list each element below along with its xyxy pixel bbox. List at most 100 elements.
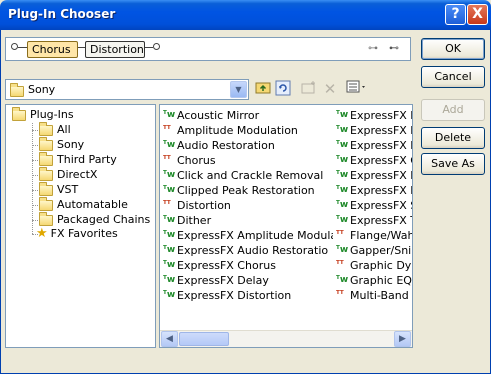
list-item-label: Amplitude Modulation bbox=[177, 124, 298, 137]
folder-icon bbox=[39, 181, 53, 196]
plugin-icon: ᵀw bbox=[163, 170, 176, 180]
plugin-icon: ᵀw bbox=[336, 185, 349, 195]
plugin-chain-icon: ᵀᵀ bbox=[163, 200, 171, 210]
list-item[interactable]: ᵀwGapper/Snipp bbox=[336, 243, 412, 258]
list-item[interactable]: ᵀwExpressFX Ec bbox=[336, 123, 412, 138]
plugin-chain-icon: ᵀᵀ bbox=[336, 290, 344, 300]
refresh-icon[interactable] bbox=[274, 80, 292, 98]
list-item[interactable]: ᵀᵀ Multi-Band D bbox=[336, 288, 412, 303]
list-item[interactable]: ᵀᵀ Chorus bbox=[163, 153, 329, 168]
tree-item-all[interactable]: All bbox=[39, 121, 71, 137]
chain-move-right-icon[interactable]: ⊷ bbox=[389, 43, 399, 54]
plugin-icon: ᵀw bbox=[336, 125, 349, 135]
chain-plugin-chorus[interactable]: Chorus bbox=[27, 41, 78, 58]
list-item[interactable]: ᵀw ExpressFX Chorus bbox=[163, 258, 329, 273]
plugin-icon: ᵀw bbox=[163, 245, 176, 255]
list-item[interactable]: ᵀw Click and Crackle Removal bbox=[163, 168, 329, 183]
list-item-label: Gapper/Snipp bbox=[350, 244, 412, 257]
chevron-down-icon[interactable]: ▼ bbox=[230, 81, 247, 98]
scroll-left-icon[interactable]: ◀ bbox=[161, 331, 178, 347]
list-item[interactable]: ᵀw ExpressFX Distortion bbox=[163, 288, 329, 303]
tree-item-vst[interactable]: VST bbox=[39, 181, 79, 197]
plugin-chain-icon: ᵀᵀ bbox=[163, 155, 171, 165]
chain-connector bbox=[78, 47, 85, 48]
list-item[interactable]: ᵀwExpressFX St bbox=[336, 198, 412, 213]
list-item[interactable]: ᵀᵀ Amplitude Modulation bbox=[163, 123, 329, 138]
up-folder-icon[interactable] bbox=[254, 80, 272, 98]
plugin-icon: ᵀw bbox=[336, 140, 349, 150]
list-item[interactable]: ᵀw Graphic EQ bbox=[336, 273, 412, 288]
list-item-label: Dither bbox=[177, 214, 212, 227]
delete-button[interactable]: Delete bbox=[421, 127, 485, 149]
scroll-right-icon[interactable]: ▶ bbox=[394, 331, 411, 347]
tree-item-label: Packaged Chains bbox=[57, 213, 151, 226]
list-item-label: Chorus bbox=[177, 154, 216, 167]
tree-item-third-party[interactable]: Third Party bbox=[39, 151, 117, 167]
ok-button[interactable]: OK bbox=[421, 38, 485, 60]
tree-item-label: Automatable bbox=[57, 198, 128, 211]
close-button[interactable]: X bbox=[467, 4, 488, 25]
tree-item-label: All bbox=[57, 123, 71, 136]
list-item[interactable]: ᵀwExpressFX Amplitude Modulation bbox=[163, 228, 333, 243]
tree-connector bbox=[32, 190, 38, 191]
folder-combo-value: Sony bbox=[28, 83, 56, 96]
tree-item-packaged-chains[interactable]: Packaged Chains bbox=[39, 211, 151, 227]
chain-connector bbox=[18, 47, 27, 48]
scroll-thumb[interactable] bbox=[179, 332, 229, 346]
plugin-chain-icon: ᵀᵀ bbox=[336, 260, 344, 270]
tree-item-sony[interactable]: Sony bbox=[39, 136, 84, 152]
plugin-chain-icon: ᵀᵀ bbox=[336, 230, 344, 240]
list-item[interactable]: ᵀw Clipped Peak Restoration bbox=[163, 183, 329, 198]
add-button[interactable]: Add bbox=[421, 99, 485, 121]
window-title: Plug-In Chooser bbox=[8, 7, 116, 21]
list-item[interactable]: ᵀw ExpressFX D bbox=[336, 108, 412, 123]
list-item[interactable]: ᵀwExpressFX Gr bbox=[336, 153, 412, 168]
list-item-label: Graphic Dyna bbox=[350, 259, 412, 272]
list-item[interactable]: ᵀwExpressFX Re bbox=[336, 183, 412, 198]
chain-move-left-icon[interactable]: ⊶ bbox=[368, 43, 378, 54]
list-item[interactable]: ᵀᵀ Graphic Dyna bbox=[336, 258, 412, 273]
folder-icon bbox=[39, 196, 53, 211]
horizontal-scrollbar[interactable]: ◀ ▶ bbox=[160, 330, 412, 347]
list-item-label: ExpressFX Re bbox=[350, 184, 412, 197]
chain-end-node-icon bbox=[153, 43, 160, 50]
plugin-icon: ᵀw bbox=[163, 140, 176, 150]
folder-combo[interactable]: Sony ▼ bbox=[5, 79, 249, 100]
list-item-label: ExpressFX D bbox=[350, 109, 412, 122]
tree-item-directx[interactable]: DirectX bbox=[39, 166, 97, 182]
tree-item-plug-ins[interactable]: Plug-Ins bbox=[12, 106, 74, 122]
list-item[interactable]: ᵀᵀ Distortion bbox=[163, 198, 329, 213]
chain-start-node-icon bbox=[11, 43, 18, 50]
help-button[interactable]: ? bbox=[445, 4, 466, 25]
tree-item-fx-favorites[interactable]: ★ FX Favorites bbox=[36, 227, 118, 241]
list-item[interactable]: ᵀw Dither bbox=[163, 213, 329, 228]
list-item-label: ExpressFX Distortion bbox=[177, 289, 292, 302]
tree-item-automatable[interactable]: Automatable bbox=[39, 196, 128, 212]
tree-connector bbox=[32, 145, 38, 146]
list-item[interactable]: ᵀw ExpressFX Audio Restoration bbox=[163, 243, 329, 258]
list-item-label: ExpressFX Amplitude Modulation bbox=[177, 229, 333, 242]
list-item[interactable]: ᵀwExpressFX No bbox=[336, 168, 412, 183]
list-item[interactable]: ᵀwExpressFX Fl bbox=[336, 138, 412, 153]
list-item[interactable]: ᵀw ExpressFX Delay bbox=[163, 273, 329, 288]
plugin-icon: ᵀw bbox=[336, 200, 349, 210]
tree-item-label: VST bbox=[57, 183, 79, 196]
delete-icon[interactable]: ✕ bbox=[321, 80, 339, 98]
tree-connector bbox=[32, 175, 38, 176]
list-item[interactable]: ᵀw Acoustic Mirror bbox=[163, 108, 329, 123]
save-as-button[interactable]: Save As bbox=[421, 153, 485, 175]
new-folder-icon[interactable] bbox=[300, 80, 318, 98]
list-item[interactable]: ᵀw Audio Restoration bbox=[163, 138, 329, 153]
folder-icon bbox=[39, 211, 53, 226]
list-item[interactable]: ᵀᵀ Flange/Wah- bbox=[336, 228, 412, 243]
view-menu-icon[interactable] bbox=[345, 80, 369, 98]
chain-plugin-distortion[interactable]: Distortion bbox=[85, 41, 145, 58]
list-item[interactable]: ᵀwExpressFX Ti bbox=[336, 213, 412, 228]
plugin-icon: ᵀw bbox=[336, 155, 349, 165]
list-item-label: ExpressFX No bbox=[350, 169, 412, 182]
list-item-label: ExpressFX Fl bbox=[350, 139, 412, 152]
cancel-button[interactable]: Cancel bbox=[421, 66, 485, 88]
tree-item-label: Plug-Ins bbox=[30, 108, 74, 121]
plugin-icon: ᵀw bbox=[336, 275, 349, 285]
folder-icon bbox=[39, 121, 53, 136]
